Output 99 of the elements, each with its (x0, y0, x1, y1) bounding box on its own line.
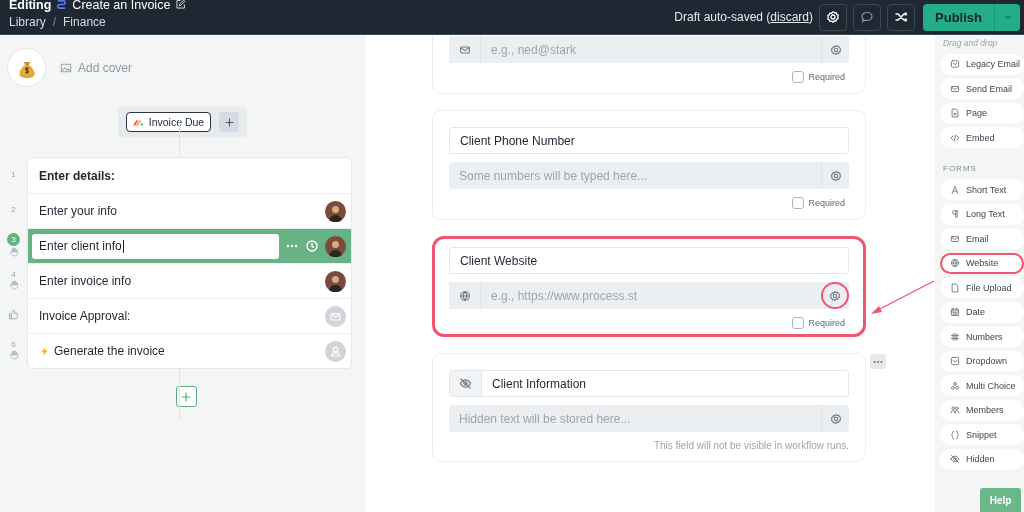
step-label: Enter details: (39, 168, 117, 183)
mail-box-icon (950, 59, 960, 69)
settings-icon (829, 43, 842, 56)
image-icon (60, 61, 72, 74)
step-row[interactable]: Enter details: (28, 158, 351, 193)
file-icon (950, 282, 960, 293)
step-number: 4 (11, 269, 16, 279)
members-icon (950, 405, 960, 415)
add-step-button[interactable] (175, 386, 197, 407)
code-icon (950, 132, 960, 143)
paragraph-icon (950, 209, 960, 219)
required-label: Required (808, 318, 845, 328)
plus-icon (180, 390, 192, 403)
widget-item[interactable]: Multi Choice (940, 375, 1024, 396)
field-label-input[interactable]: Client Phone Number (449, 127, 849, 154)
drag-hint: Drag and drop (942, 38, 999, 50)
clock-icon (305, 239, 319, 253)
hidden-eye-icon (459, 377, 472, 390)
envelope-icon (950, 83, 960, 94)
trigger-button[interactable]: Invoice Due (125, 112, 212, 132)
avatar (325, 235, 346, 257)
selected-step-row[interactable]: Enter client info (28, 228, 351, 263)
widget-item[interactable]: Page (940, 102, 1024, 124)
step-label: Generate the invoice (39, 344, 319, 358)
widget-item[interactable]: Short Text (940, 179, 1024, 200)
draft-status: Draft auto-saved (discard) (674, 10, 814, 24)
dropdown-icon (950, 356, 960, 366)
widget-item[interactable]: Snippet (940, 424, 1024, 445)
editing-label: Editing (9, 0, 52, 12)
widget-item[interactable]: Date (940, 301, 1024, 323)
envelope-icon (950, 233, 960, 244)
braces-icon (950, 429, 960, 440)
globe-icon (950, 258, 960, 268)
shuffle-icon (894, 10, 909, 24)
widget-item[interactable]: Embed (940, 127, 1024, 148)
widget-item[interactable]: Members (940, 399, 1024, 421)
required-checkbox[interactable] (792, 317, 805, 329)
step-row[interactable]: Invoice Approval: (28, 298, 351, 333)
caret-icon (1002, 12, 1013, 22)
widget-item[interactable]: Long Text (940, 203, 1024, 225)
settings-icon (829, 289, 841, 302)
grid-icon (950, 331, 960, 342)
shuffle-button[interactable] (887, 3, 916, 31)
field-note: This field will not be visible in workflow runs. (652, 440, 849, 451)
field-label-input[interactable]: Client Information (449, 370, 849, 397)
letter-icon (950, 184, 960, 195)
thumbs-up-icon (8, 309, 19, 320)
hidden-eye-icon (950, 454, 960, 464)
step-label: Enter your info (39, 204, 119, 218)
widget-item[interactable]: Hidden (940, 448, 1024, 470)
add-trigger-button[interactable] (219, 112, 240, 132)
settings-icon (829, 412, 842, 425)
widget-item[interactable]: Dropdown (940, 350, 1024, 372)
step-name-field[interactable]: Enter client info (32, 233, 279, 259)
speech-bubble-icon (860, 10, 875, 24)
globe-icon (458, 289, 471, 302)
step-number: 3 (7, 232, 20, 246)
workflow-title: Create an Invoice (72, 0, 171, 12)
step-number: 2 (11, 205, 16, 214)
widget-item[interactable]: File Upload (940, 277, 1024, 298)
required-checkbox[interactable] (792, 71, 805, 83)
edit-icon (175, 0, 187, 10)
section-heading: FORMS (942, 162, 978, 175)
step-row[interactable]: Generate the invoice (28, 333, 351, 368)
more-button[interactable] (870, 354, 886, 369)
step-label: Invoice Approval: (39, 309, 132, 323)
settings-button[interactable] (819, 3, 848, 31)
breadcrumb-link[interactable]: Finance (63, 14, 106, 29)
discard-link[interactable]: discard (770, 10, 810, 24)
widget-item[interactable]: Send Email (940, 78, 1024, 99)
annotation-arrow (871, 280, 935, 314)
settings-icon (826, 10, 841, 24)
plus-icon (223, 116, 235, 128)
widget-item[interactable]: Legacy Email (940, 53, 1024, 75)
workflow-icon (56, 0, 68, 11)
workflow-emoji[interactable] (7, 48, 46, 87)
required-label: Required (808, 198, 845, 208)
widget-item[interactable]: Numbers (940, 326, 1024, 347)
required-label: Required (808, 72, 845, 82)
comment-button[interactable] (853, 3, 882, 31)
page-icon (950, 108, 960, 118)
required-checkbox[interactable] (792, 197, 805, 209)
step-number: 1 (11, 170, 16, 179)
step-number: 6 (11, 339, 16, 349)
widget-item[interactable]: Email (940, 228, 1024, 249)
user-avatar-icon (325, 340, 346, 362)
step-label: Enter invoice info (39, 274, 133, 288)
breadcrumb-link[interactable]: Library (9, 14, 46, 29)
email-avatar-icon (325, 305, 346, 327)
breadcrumb-separator: / (52, 14, 57, 29)
widget-item[interactable]: Website (940, 252, 1024, 274)
step-row[interactable]: Enter invoice info (28, 263, 351, 298)
avatar (325, 200, 346, 222)
envelope-icon (458, 43, 471, 56)
circles-icon (950, 380, 960, 391)
settings-icon (829, 169, 842, 182)
field-label-input[interactable]: Client Website (449, 247, 849, 274)
avatar (325, 270, 346, 292)
calendar-icon (950, 307, 960, 317)
